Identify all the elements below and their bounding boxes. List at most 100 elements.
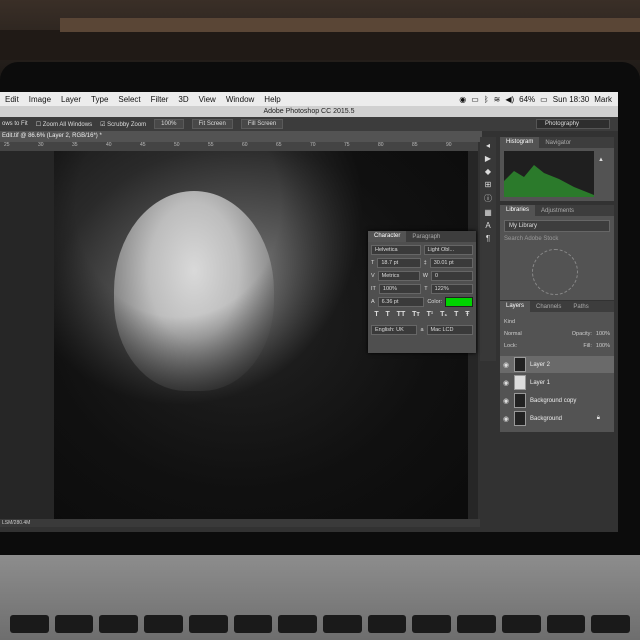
eye-icon[interactable]: ◉: [500, 361, 510, 369]
zoom-100-button[interactable]: 100%: [154, 119, 184, 129]
stock-search-input[interactable]: Search Adobe Stock: [504, 236, 610, 242]
kerning-field[interactable]: Metrics: [377, 271, 420, 281]
baseline-shift-field[interactable]: 6.36 pt: [377, 297, 425, 307]
subscript-button[interactable]: T₁: [440, 311, 447, 318]
zoom-all-windows-checkbox[interactable]: ☐ Zoom All Windows: [36, 121, 92, 128]
wooden-shelf: [60, 18, 640, 32]
key: [233, 615, 273, 633]
battery-percent[interactable]: 64%: [519, 95, 535, 104]
fill-field[interactable]: 100%: [596, 343, 610, 349]
fill-screen-button[interactable]: Fill Screen: [240, 119, 284, 129]
small-caps-button[interactable]: Tт: [412, 311, 420, 318]
menu-type[interactable]: Type: [86, 95, 113, 104]
underline-button[interactable]: T: [454, 311, 458, 318]
layers-tabs: Layers Channels Paths: [500, 301, 614, 312]
libraries-panel: Libraries Adjustments My Library Search …: [500, 205, 614, 300]
type-style-buttons: T T TT Tт T¹ T₁ T Ŧ: [368, 307, 476, 322]
layers-panel: Layers Channels Paths Kind Normal Opacit…: [500, 301, 614, 432]
strikethrough-button[interactable]: Ŧ: [465, 311, 469, 318]
font-style-select[interactable]: Light Obl...: [423, 245, 473, 255]
battery-icon: ▭: [540, 94, 548, 104]
menu-image[interactable]: Image: [24, 95, 56, 104]
scrubby-zoom-checkbox[interactable]: ☑ Scrubby Zoom: [100, 121, 146, 128]
collapse-icon[interactable]: ◂: [486, 141, 490, 150]
layer-thumbnail: [514, 393, 526, 408]
mac-menubar: Edit Image Layer Type Select Filter 3D V…: [0, 92, 618, 106]
horizontal-scale-field[interactable]: 122%: [430, 284, 474, 294]
tracking-field[interactable]: 0: [430, 271, 473, 281]
antialias-icon: a: [420, 327, 424, 333]
menu-help[interactable]: Help: [259, 95, 285, 104]
tab-paths[interactable]: Paths: [567, 304, 594, 310]
tab-layers[interactable]: Layers: [500, 301, 531, 312]
bluetooth-icon[interactable]: ᛒ: [484, 95, 489, 104]
eye-icon[interactable]: ◉: [500, 415, 510, 423]
language-row: English: UK a Mac LCD: [368, 325, 476, 335]
tab-navigator[interactable]: Navigator: [539, 140, 577, 146]
workspace-select[interactable]: Photography: [535, 119, 610, 129]
adjustments-icon[interactable]: ◆: [485, 167, 491, 176]
all-caps-button[interactable]: TT: [397, 311, 406, 318]
tab-histogram[interactable]: Histogram: [500, 137, 540, 148]
layer-row[interactable]: ◉ Background 🔒︎: [500, 410, 614, 427]
tab-paragraph[interactable]: Paragraph: [406, 234, 446, 240]
vertical-scale-field[interactable]: 100%: [378, 284, 422, 294]
font-size-field[interactable]: 18.7 pt: [377, 258, 421, 268]
layer-kind-filter[interactable]: Kind: [504, 319, 515, 325]
play-action-icon[interactable]: ▶: [485, 154, 491, 163]
menu-window[interactable]: Window: [221, 95, 259, 104]
antialias-select[interactable]: Mac LCD: [426, 325, 473, 335]
key: [54, 615, 94, 633]
paragraph-icon[interactable]: ¶: [486, 234, 490, 243]
laptop-keyboard: [0, 555, 640, 640]
leading-field[interactable]: 30.01 pt: [429, 258, 473, 268]
histogram-warning-icon[interactable]: ▲: [598, 157, 604, 163]
superscript-button[interactable]: T¹: [427, 311, 434, 318]
menu-select[interactable]: Select: [113, 95, 145, 104]
library-select[interactable]: My Library: [504, 220, 610, 232]
airplay-icon[interactable]: ▭: [471, 95, 479, 104]
wifi-icon[interactable]: ≋: [494, 95, 501, 104]
language-select[interactable]: English: UK: [371, 325, 418, 335]
swatches-icon[interactable]: ▦: [484, 208, 492, 217]
key: [188, 615, 228, 633]
faux-italic-button[interactable]: T: [386, 311, 390, 318]
ruler-tick: 30: [38, 142, 44, 148]
fill-label: Fill:: [583, 342, 592, 349]
library-drop-target[interactable]: [532, 249, 578, 295]
character-icon[interactable]: A: [485, 221, 490, 230]
layer-row[interactable]: ◉ Background copy: [500, 392, 614, 409]
layer-row[interactable]: ◉ Layer 2: [500, 356, 614, 373]
layer-thumbnail: [514, 375, 526, 390]
text-color-swatch[interactable]: [445, 297, 473, 307]
resize-windows-option[interactable]: ows to Fit: [2, 121, 28, 127]
blend-mode-select[interactable]: Normal: [504, 331, 522, 337]
document-tab[interactable]: Edit.tif @ 86.6% (Layer 2, RGB/16*) *: [0, 131, 482, 142]
menu-edit[interactable]: Edit: [0, 95, 24, 104]
font-family-select[interactable]: Helvetica: [371, 245, 421, 255]
menubar-user[interactable]: Mark: [594, 95, 612, 104]
menubar-clock[interactable]: Sun 18:30: [553, 95, 589, 104]
tab-character[interactable]: Character: [368, 231, 407, 242]
app-title-bar: Adobe Photoshop CC 2015.5: [0, 106, 618, 117]
info-icon[interactable]: ⓘ: [484, 193, 492, 204]
tab-libraries[interactable]: Libraries: [500, 205, 536, 216]
opacity-field[interactable]: 100%: [596, 331, 610, 337]
tab-channels[interactable]: Channels: [530, 304, 567, 310]
fit-screen-button[interactable]: Fit Screen: [191, 119, 233, 129]
menu-view[interactable]: View: [194, 95, 221, 104]
faux-bold-button[interactable]: T: [374, 311, 378, 318]
layer-row[interactable]: ◉ Layer 1: [500, 374, 614, 391]
eye-icon[interactable]: ◉: [500, 379, 510, 387]
libraries-icon[interactable]: ⊞: [485, 180, 492, 189]
menu-3d[interactable]: 3D: [173, 95, 193, 104]
tab-adjustments[interactable]: Adjustments: [535, 208, 580, 214]
menu-layer[interactable]: Layer: [56, 95, 86, 104]
layer-name: Background: [530, 415, 563, 422]
ruler-tick: 65: [276, 142, 282, 148]
volume-icon[interactable]: ◀): [505, 95, 514, 104]
creative-cloud-icon[interactable]: ◉: [459, 95, 466, 104]
eye-icon[interactable]: ◉: [500, 397, 510, 405]
menu-filter[interactable]: Filter: [146, 95, 174, 104]
color-label: Color:: [427, 299, 442, 305]
